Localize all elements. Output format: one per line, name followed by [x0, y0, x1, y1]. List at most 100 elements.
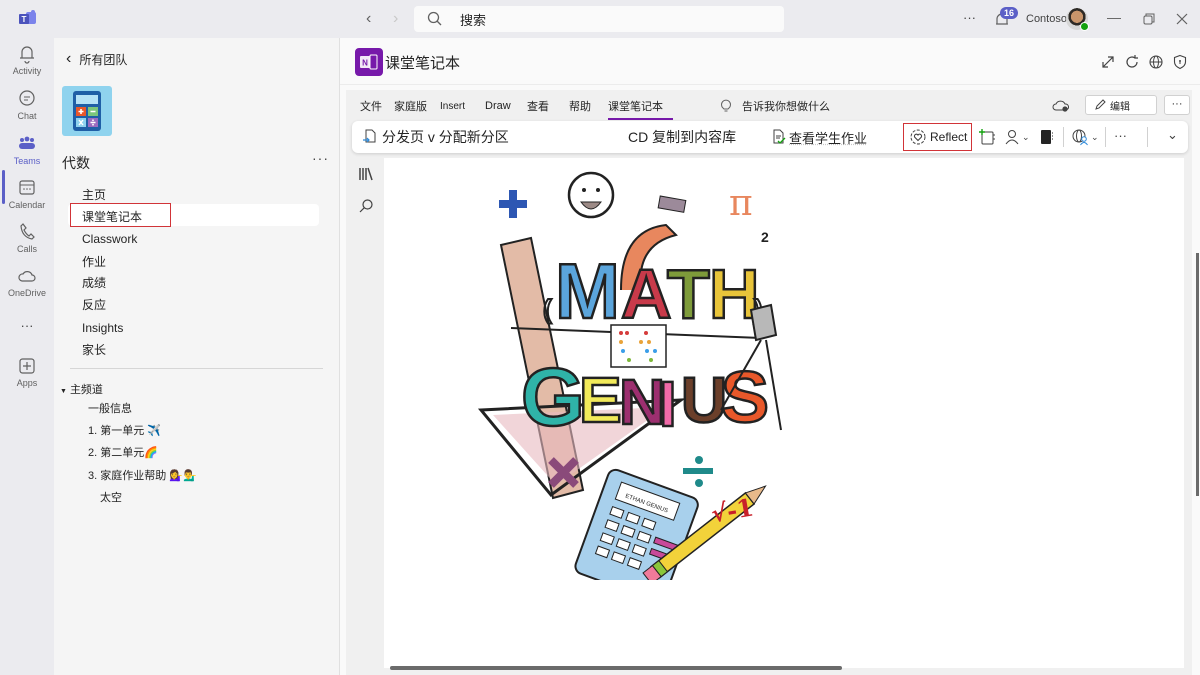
- collapse-ribbon-chevron-icon[interactable]: ⌄: [1167, 127, 1178, 143]
- search-placeholder: 搜索: [460, 12, 487, 28]
- notebook-icon[interactable]: [1040, 129, 1054, 145]
- tab-help[interactable]: 帮助: [569, 98, 608, 114]
- edit-mode-button[interactable]: 编辑: [1085, 95, 1157, 115]
- sync-status-icon[interactable]: [1052, 98, 1070, 112]
- back-arrow-button[interactable]: ‹: [366, 10, 371, 28]
- chevron-left-icon: ‹: [66, 50, 72, 67]
- team-nav-home[interactable]: 主页: [82, 186, 106, 203]
- chat-icon: [19, 90, 35, 106]
- translate-dropdown[interactable]: ⌄: [1071, 128, 1099, 146]
- svg-text:T: T: [22, 15, 27, 24]
- highlight-box: [70, 203, 171, 227]
- tab-home[interactable]: 家庭版: [394, 98, 440, 114]
- app-title: 课堂笔记本: [385, 54, 461, 72]
- forward-arrow-button[interactable]: ›: [393, 10, 398, 28]
- add-page-icon[interactable]: [978, 128, 996, 146]
- overflow-more-button[interactable]: ···: [1114, 128, 1127, 143]
- rail-more-apps[interactable]: ···: [0, 318, 54, 333]
- person-icon: [1005, 130, 1019, 145]
- divide-drawing: [683, 456, 713, 487]
- team-nav-insights[interactable]: Insights: [82, 321, 123, 335]
- bell-icon: [20, 46, 34, 64]
- letter-a: A: [621, 255, 672, 333]
- rail-item-apps[interactable]: Apps: [0, 356, 54, 388]
- caret-down-icon: ▼: [60, 388, 67, 395]
- restore-button[interactable]: [1143, 13, 1155, 25]
- search-icon: [427, 11, 442, 26]
- onenote-pane: N 课堂笔记本 文件 家庭版 Insert Draw 查看 帮助 课堂笔记本 告…: [340, 38, 1200, 675]
- channel-general[interactable]: 一般信息: [88, 400, 132, 416]
- letter-e: E: [579, 364, 622, 436]
- tab-draw[interactable]: Draw: [485, 100, 527, 112]
- onenote-workspace: 文件 家庭版 Insert Draw 查看 帮助 课堂笔记本 告诉我你想做什么 …: [346, 90, 1199, 675]
- review-student-work-button[interactable]: 查看学生作业: [772, 121, 867, 153]
- tab-file[interactable]: 文件: [360, 98, 394, 114]
- channel-group-main[interactable]: ▼ 主频道: [60, 381, 103, 397]
- reflect-button[interactable]: Reflect: [909, 121, 967, 153]
- svg-text:2: 2: [761, 229, 769, 245]
- expand-icon[interactable]: [1100, 54, 1116, 70]
- org-name[interactable]: Contoso: [1026, 13, 1067, 25]
- globe-icon[interactable]: [1148, 54, 1164, 70]
- team-more-options-button[interactable]: ···: [312, 150, 329, 166]
- tab-view[interactable]: 查看: [527, 98, 569, 114]
- presence-available-icon: [1080, 22, 1089, 31]
- minimize-button[interactable]: —: [1107, 9, 1121, 25]
- team-panel: ‹ 所有团队 代数 ··· 主页 课堂笔记本 Classwork 作业 成绩 反…: [54, 38, 340, 675]
- vertical-scrollbar[interactable]: [1196, 253, 1199, 496]
- add-app-icon: [19, 358, 35, 374]
- shield-icon[interactable]: [1172, 54, 1188, 70]
- rail-item-teams[interactable]: Teams: [0, 134, 54, 166]
- svg-text:(: (: [543, 294, 552, 324]
- svg-text:N: N: [362, 59, 368, 68]
- tab-class-notebook[interactable]: 课堂笔记本: [608, 98, 673, 120]
- ribbon-more-button[interactable]: ···: [1164, 95, 1190, 115]
- copy-to-content-library-button[interactable]: CD 复制到内容库: [628, 121, 736, 153]
- review-document-icon: [773, 129, 786, 144]
- rail-item-activity[interactable]: Activity: [0, 44, 54, 76]
- search-input[interactable]: 搜索: [414, 6, 784, 32]
- divider: [70, 368, 323, 369]
- letter-t: T: [667, 255, 710, 333]
- onenote-logo-icon: N: [355, 48, 383, 76]
- more-options-button[interactable]: ···: [963, 10, 976, 25]
- lightbulb-icon: [721, 99, 731, 112]
- team-nav-parents[interactable]: 家长: [82, 341, 106, 358]
- search-icon[interactable]: [358, 198, 374, 214]
- channel-unit-1[interactable]: 1. 第一单元 ✈️: [88, 422, 161, 438]
- app-rail: Activity Chat Teams Calendar Calls OneDr…: [0, 38, 54, 675]
- channel-homework-help[interactable]: 3. 家庭作业帮助 💁‍♀️💁‍♂️: [88, 467, 197, 483]
- page-canvas[interactable]: π ( M A T H ) 2: [384, 158, 1184, 668]
- math-genius-drawing: π ( M A T H ) 2: [477, 171, 782, 580]
- back-to-all-teams-button[interactable]: ‹ 所有团队: [66, 50, 127, 68]
- rail-item-calendar[interactable]: Calendar: [0, 178, 54, 210]
- team-nav-reflect[interactable]: 反应: [82, 296, 106, 313]
- letter-g: G: [521, 352, 585, 443]
- rail-item-calls[interactable]: Calls: [0, 222, 54, 254]
- header-actions: [1100, 54, 1188, 70]
- channel-space[interactable]: 太空: [100, 489, 122, 505]
- team-nav-assignments[interactable]: 作业: [82, 253, 106, 270]
- tab-insert[interactable]: Insert: [440, 101, 485, 112]
- plus-drawing: [499, 190, 527, 218]
- distribute-page-icon: [363, 129, 376, 143]
- notification-badge: 16: [1000, 7, 1019, 19]
- smiley-drawing: [567, 171, 615, 219]
- close-button[interactable]: [1176, 13, 1188, 25]
- team-nav-classwork[interactable]: Classwork: [82, 232, 137, 246]
- team-nav-grades[interactable]: 成绩: [82, 274, 106, 291]
- notebooks-library-icon[interactable]: [358, 166, 374, 182]
- rail-item-onedrive[interactable]: OneDrive: [0, 266, 54, 298]
- team-avatar: [62, 86, 112, 136]
- horizontal-scrollbar[interactable]: [390, 666, 842, 670]
- distribute-page-button[interactable]: 分发页 v 分配新分区: [362, 121, 509, 153]
- letter-i: I: [659, 368, 677, 440]
- calculator-icon: [73, 91, 101, 131]
- calculator-drawing: ETHAN GENIUS: [574, 468, 699, 580]
- pencil-icon: [1095, 99, 1106, 110]
- channel-unit-2[interactable]: 2. 第二单元🌈: [88, 444, 158, 460]
- tell-me-search[interactable]: 告诉我你想做什么: [720, 98, 830, 114]
- rail-item-chat[interactable]: Chat: [0, 89, 54, 121]
- student-picker-dropdown[interactable]: ⌄: [1004, 128, 1030, 146]
- refresh-icon[interactable]: [1124, 54, 1140, 70]
